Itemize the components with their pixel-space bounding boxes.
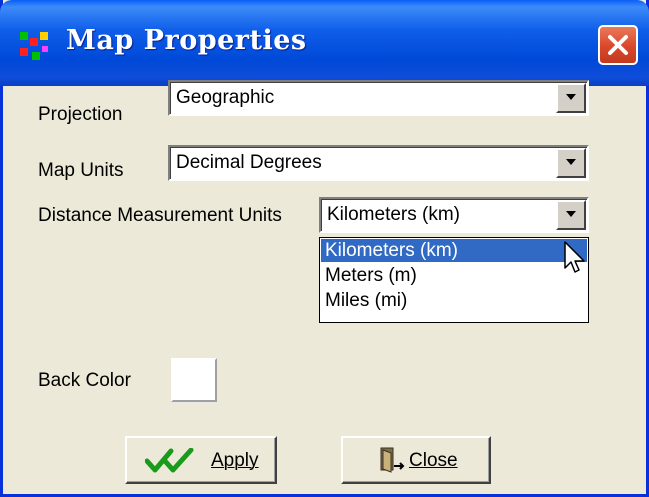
dropdown-option-m[interactable]: Meters (m) [321,264,587,287]
dropdown-option-mi[interactable]: Miles (mi) [321,289,587,312]
map-units-select[interactable]: Decimal Degrees [168,145,589,181]
map-properties-dialog: Map Properties Projection Geographic Map… [0,0,649,497]
projection-select[interactable]: Geographic [168,80,589,116]
close-window-button[interactable] [598,25,638,65]
distance-units-label: Distance Measurement Units [38,205,282,226]
mouse-pointer-icon [564,241,585,273]
apply-button-label: Apply [211,450,259,471]
map-units-dropdown-button[interactable] [556,148,586,178]
map-app-icon [20,32,48,60]
exit-door-icon [380,447,405,473]
back-color-label: Back Color [38,370,131,391]
dropdown-option-km[interactable]: Kilometers (km) [321,239,587,262]
window-title: Map Properties [66,25,307,56]
projection-value: Geographic [176,87,275,108]
double-check-icon [145,448,194,473]
projection-dropdown-button[interactable] [556,83,586,113]
distance-units-select[interactable]: Kilometers (km) [319,197,589,233]
map-units-label: Map Units [38,160,124,181]
distance-units-dropdown-list: Kilometers (km) Meters (m) Miles (mi) [319,237,589,323]
close-icon [608,35,628,55]
distance-units-value: Kilometers (km) [327,204,461,225]
close-button-label: Close [409,450,458,471]
close-button[interactable]: Close [341,436,491,484]
back-color-swatch[interactable] [171,358,217,402]
chevron-down-icon [566,211,576,217]
distance-units-dropdown-button[interactable] [556,200,586,230]
map-units-value: Decimal Degrees [176,152,322,173]
chevron-down-icon [566,159,576,165]
chevron-down-icon [566,94,576,100]
projection-label: Projection [38,104,123,125]
apply-button[interactable]: Apply [125,436,277,484]
title-bar[interactable]: Map Properties [0,0,649,86]
